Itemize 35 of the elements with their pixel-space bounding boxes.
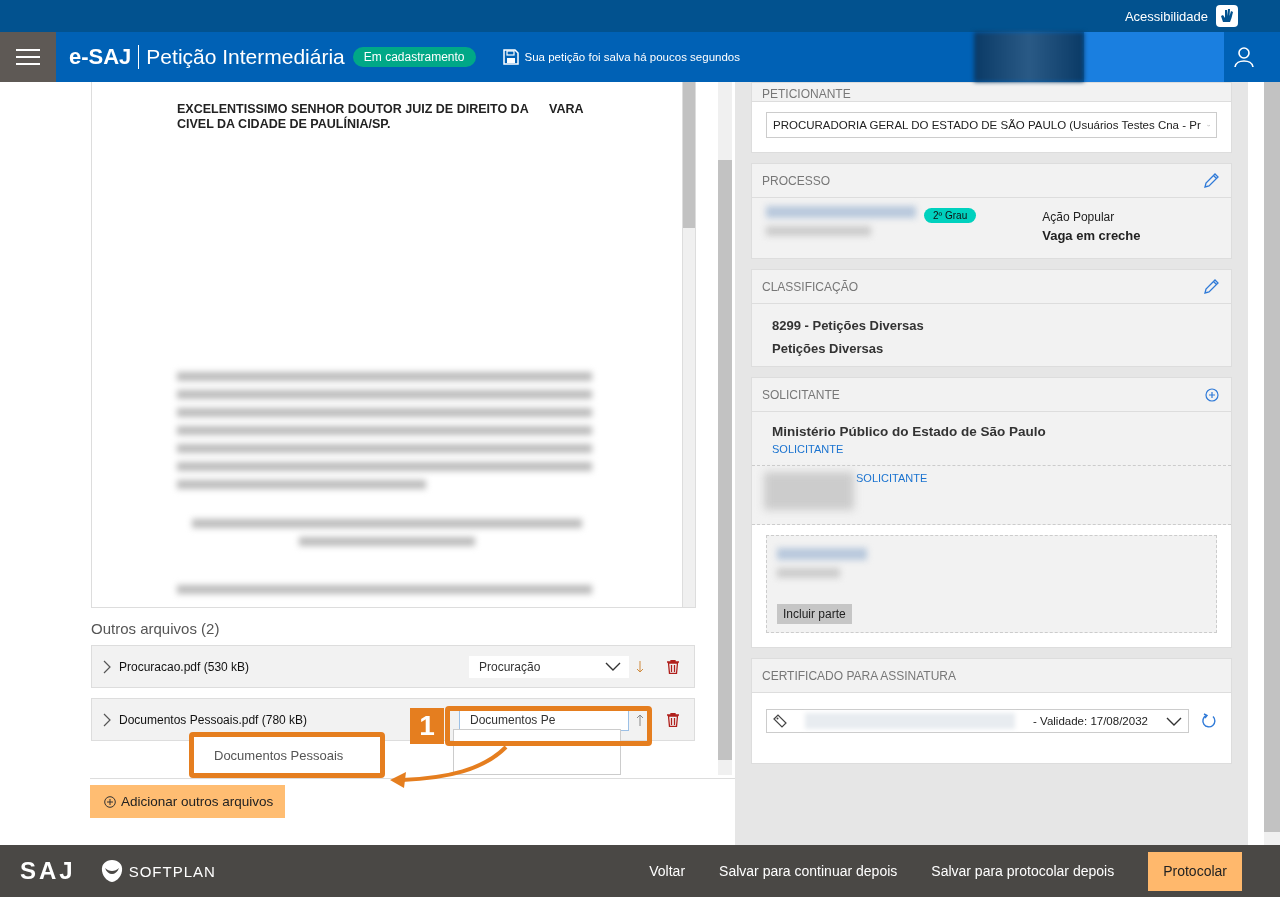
document-type-select[interactable]: Procuração	[469, 655, 629, 678]
file-name: Documentos Pessoais.pdf (780 kB)	[119, 712, 308, 727]
saj-logo: SAJ	[20, 857, 76, 885]
certificate-select[interactable]: - Validade: 17/08/2032	[766, 709, 1189, 733]
footer-link[interactable]: Salvar para continuar depois	[719, 863, 898, 879]
section-title: Outros arquivos (2)	[91, 620, 221, 637]
add-files-button[interactable]: Adicionar outros arquivos	[90, 785, 286, 818]
brand-logo: e-SAJ	[69, 44, 132, 70]
footer-link[interactable]: Voltar	[649, 863, 686, 879]
page-title: Petição Intermediária	[146, 45, 345, 69]
step-badge: 1	[410, 708, 444, 744]
party-role: SOLICITANTE	[772, 443, 845, 455]
petitioner-select[interactable]: PROCURADORIA GERAL DO ESTADO DE SÃO PAULO (Usuários Testes Cna - Pr	[766, 112, 1217, 138]
file-name: Procuracao.pdf (530 kB)	[119, 659, 250, 674]
document-heading: EXCELENTISSIMO SENHOR DOUTOR JUIZ DE DIREITO DA VARA CIVEL DA CIDADE DE PAULÍNIA/SP.	[177, 102, 585, 132]
protocol-button[interactable]: Protocolar	[1148, 851, 1242, 891]
card-title: SOLICITANTE	[762, 387, 840, 402]
card-title: CLASSIFICAÇÃO	[762, 279, 859, 294]
suggestion-item[interactable]: Documentos Pessoais	[189, 732, 385, 778]
footer-link[interactable]: Salvar para protocolar depois	[931, 863, 1115, 879]
classification-text: 8299 - Petições Diversas	[772, 318, 925, 333]
softplan-logo: SOFTPLAN	[128, 862, 216, 880]
party-role: SOLICITANTE	[856, 472, 928, 484]
instance-badge: 2º Grau	[924, 208, 977, 223]
include-party-button[interactable]: Incluir parte	[777, 604, 852, 624]
status-badge: Em cadastramento	[352, 47, 476, 67]
save-status: Sua petição foi salva há poucos segundos	[524, 51, 740, 63]
card-title: CERTIFICADO PARA ASSINATURA	[762, 668, 957, 683]
process-subject: Vaga em creche	[1042, 228, 1141, 243]
process-class: Ação Popular	[1042, 210, 1116, 224]
accessibility-link[interactable]: Acessibilidade	[1124, 8, 1208, 24]
classification-text: Petições Diversas	[772, 341, 885, 356]
party-name: Ministério Público do Estado de São Paulo	[772, 424, 1047, 439]
card-title: PETICIONANTE	[762, 87, 851, 101]
card-title: PROCESSO	[762, 173, 830, 188]
